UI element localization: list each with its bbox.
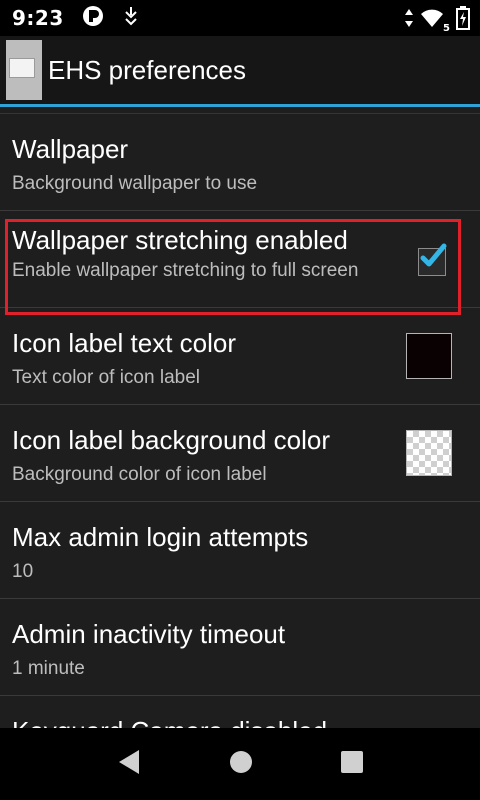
pref-summary: Background color of icon label bbox=[12, 464, 267, 485]
pref-title: Max admin login attempts bbox=[12, 522, 309, 552]
wifi-badge: 5 bbox=[443, 23, 450, 34]
recents-icon[interactable] bbox=[341, 751, 363, 777]
status-bar: 9:23 5 bbox=[0, 0, 480, 36]
pref-title: Icon label background color bbox=[12, 425, 330, 455]
pref-title: Wallpaper stretching enabled bbox=[12, 225, 348, 255]
preference-list[interactable]: Wallpaper Background wallpaper to use Wa… bbox=[0, 107, 480, 728]
wallpaper-stretching-checkbox[interactable] bbox=[418, 243, 447, 276]
pref-title: Admin inactivity timeout bbox=[12, 619, 286, 649]
pref-title: Icon label text color bbox=[12, 328, 237, 358]
status-time: 9:23 bbox=[12, 6, 64, 30]
navigation-bar bbox=[0, 728, 480, 800]
download-icon bbox=[124, 6, 138, 30]
pref-max-admin-login-attempts[interactable]: Max admin login attempts 10 bbox=[0, 502, 480, 599]
pref-title: Wallpaper bbox=[12, 134, 129, 164]
pref-summary: Enable wallpaper stretching to full scre… bbox=[12, 260, 359, 281]
pref-summary: 1 minute bbox=[12, 658, 85, 679]
pref-icon-label-background-color[interactable]: Icon label background color Background c… bbox=[0, 405, 480, 502]
pref-summary: Text color of icon label bbox=[12, 367, 200, 388]
checkmark-icon bbox=[420, 243, 447, 267]
page-title: EHS preferences bbox=[48, 54, 246, 85]
pref-summary: 10 bbox=[12, 561, 34, 582]
back-icon[interactable] bbox=[117, 749, 141, 779]
action-bar: EHS preferences bbox=[0, 36, 480, 104]
app-icon[interactable] bbox=[6, 40, 42, 100]
pref-summary: Background wallpaper to use bbox=[12, 173, 258, 194]
wifi-icon: 5 bbox=[420, 8, 450, 34]
pref-admin-inactivity-timeout[interactable]: Admin inactivity timeout 1 minute bbox=[0, 599, 480, 696]
text-color-swatch[interactable] bbox=[406, 333, 452, 379]
pref-wallpaper[interactable]: Wallpaper Background wallpaper to use bbox=[0, 114, 480, 211]
home-icon[interactable] bbox=[229, 750, 253, 778]
pref-keyguard-camera-disabled[interactable]: Keyguard Camera disabled bbox=[0, 696, 480, 728]
pref-title: Keyguard Camera disabled bbox=[12, 716, 327, 728]
background-color-swatch[interactable] bbox=[406, 430, 452, 476]
pref-wallpaper-stretching[interactable]: Wallpaper stretching enabled Enable wall… bbox=[0, 211, 480, 308]
pref-icon-label-text-color[interactable]: Icon label text color Text color of icon… bbox=[0, 308, 480, 405]
data-arrows-icon bbox=[404, 8, 414, 32]
battery-charging-icon bbox=[456, 6, 470, 34]
notification-icon bbox=[82, 5, 104, 31]
